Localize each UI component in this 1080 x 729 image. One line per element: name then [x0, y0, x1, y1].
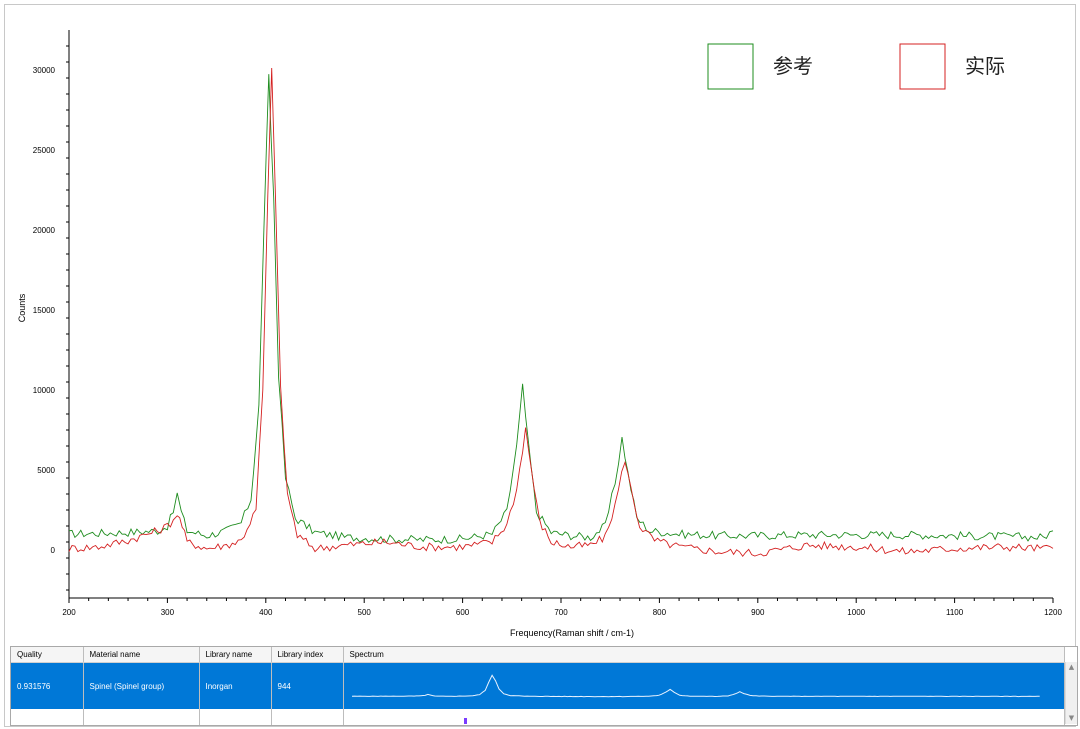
- y-tick-label: 10000: [33, 386, 56, 395]
- column-header-library-index[interactable]: Library index: [271, 647, 344, 663]
- x-axis: 200 300 400 500 600 700 800 900 1000 1100 1200: [62, 597, 1062, 617]
- column-header-library-name[interactable]: Library name: [199, 647, 272, 663]
- cell-library-index: 944: [271, 662, 344, 709]
- table-row-selected[interactable]: 0.931576 Spinel (Spinel group) Inorgan 9…: [11, 662, 1065, 709]
- cell-material-name: Spinel (Spinel group): [83, 662, 200, 709]
- results-table: Quality Material name Library name Libra…: [11, 647, 1065, 725]
- cell-empty: [199, 709, 272, 725]
- cell-quality: 0.931576: [11, 662, 84, 709]
- series-layer: [68, 67, 1054, 558]
- y-tick-label: 30000: [33, 66, 56, 75]
- x-tick-label: 700: [554, 608, 568, 617]
- results-panel: Quality Material name Library name Libra…: [10, 646, 1078, 726]
- y-tick-label: 25000: [33, 146, 56, 155]
- cell-empty: [11, 709, 84, 725]
- cell-empty: [83, 709, 200, 725]
- y-tick-label: 20000: [33, 226, 56, 235]
- x-tick-label: 1200: [1044, 608, 1062, 617]
- x-tick-label: 400: [259, 608, 273, 617]
- scroll-down-icon[interactable]: ▼: [1066, 713, 1077, 724]
- x-tick-label: 1000: [847, 608, 865, 617]
- position-marker: [464, 718, 467, 724]
- y-axis: 0 5000 10000 15000 20000 25000 30000: [33, 30, 70, 598]
- legend: 参考 实际: [707, 43, 1005, 90]
- spectrum-thumbnail: [351, 674, 1040, 698]
- x-tick-label: 1100: [946, 608, 964, 617]
- column-header-quality[interactable]: Quality: [11, 647, 84, 663]
- legend-label-actual: 实际: [965, 54, 1005, 78]
- x-tick-label: 200: [62, 608, 76, 617]
- x-tick-label: 800: [653, 608, 667, 617]
- y-axis-title: Counts: [17, 293, 27, 322]
- x-axis-title: Frequency(Raman shift / cm-1): [510, 628, 634, 638]
- results-header-row: Quality Material name Library name Libra…: [11, 647, 1065, 663]
- x-tick-label: 500: [358, 608, 372, 617]
- legend-swatch-actual: [899, 43, 946, 90]
- legend-label-reference: 参考: [773, 54, 813, 78]
- series-line-reference: [68, 74, 1054, 544]
- y-tick-label: 15000: [33, 306, 56, 315]
- series-line-actual: [68, 67, 1054, 558]
- cell-empty: [271, 709, 344, 725]
- scroll-up-icon[interactable]: ▲: [1066, 662, 1077, 673]
- cell-empty: [343, 709, 1065, 725]
- raman-chart: 0 5000 10000 15000 20000 25000 30000 200 300 400…: [17, 30, 1062, 638]
- column-header-spectrum[interactable]: Spectrum: [343, 647, 1065, 663]
- x-tick-label: 600: [456, 608, 470, 617]
- thumbnail-spectrum-line: [351, 674, 1040, 698]
- cell-spectrum-thumbnail: [343, 662, 1065, 709]
- legend-swatch-reference: [707, 43, 754, 90]
- y-tick-label: 5000: [37, 466, 55, 475]
- x-tick-label: 300: [161, 608, 175, 617]
- y-tick-label: 0: [51, 546, 56, 555]
- x-tick-label: 900: [751, 608, 765, 617]
- vertical-scrollbar[interactable]: ▲ ▼: [1065, 662, 1077, 724]
- table-row-empty[interactable]: [11, 709, 1065, 725]
- cell-library-name: Inorgan: [199, 662, 272, 709]
- column-header-material-name[interactable]: Material name: [83, 647, 200, 663]
